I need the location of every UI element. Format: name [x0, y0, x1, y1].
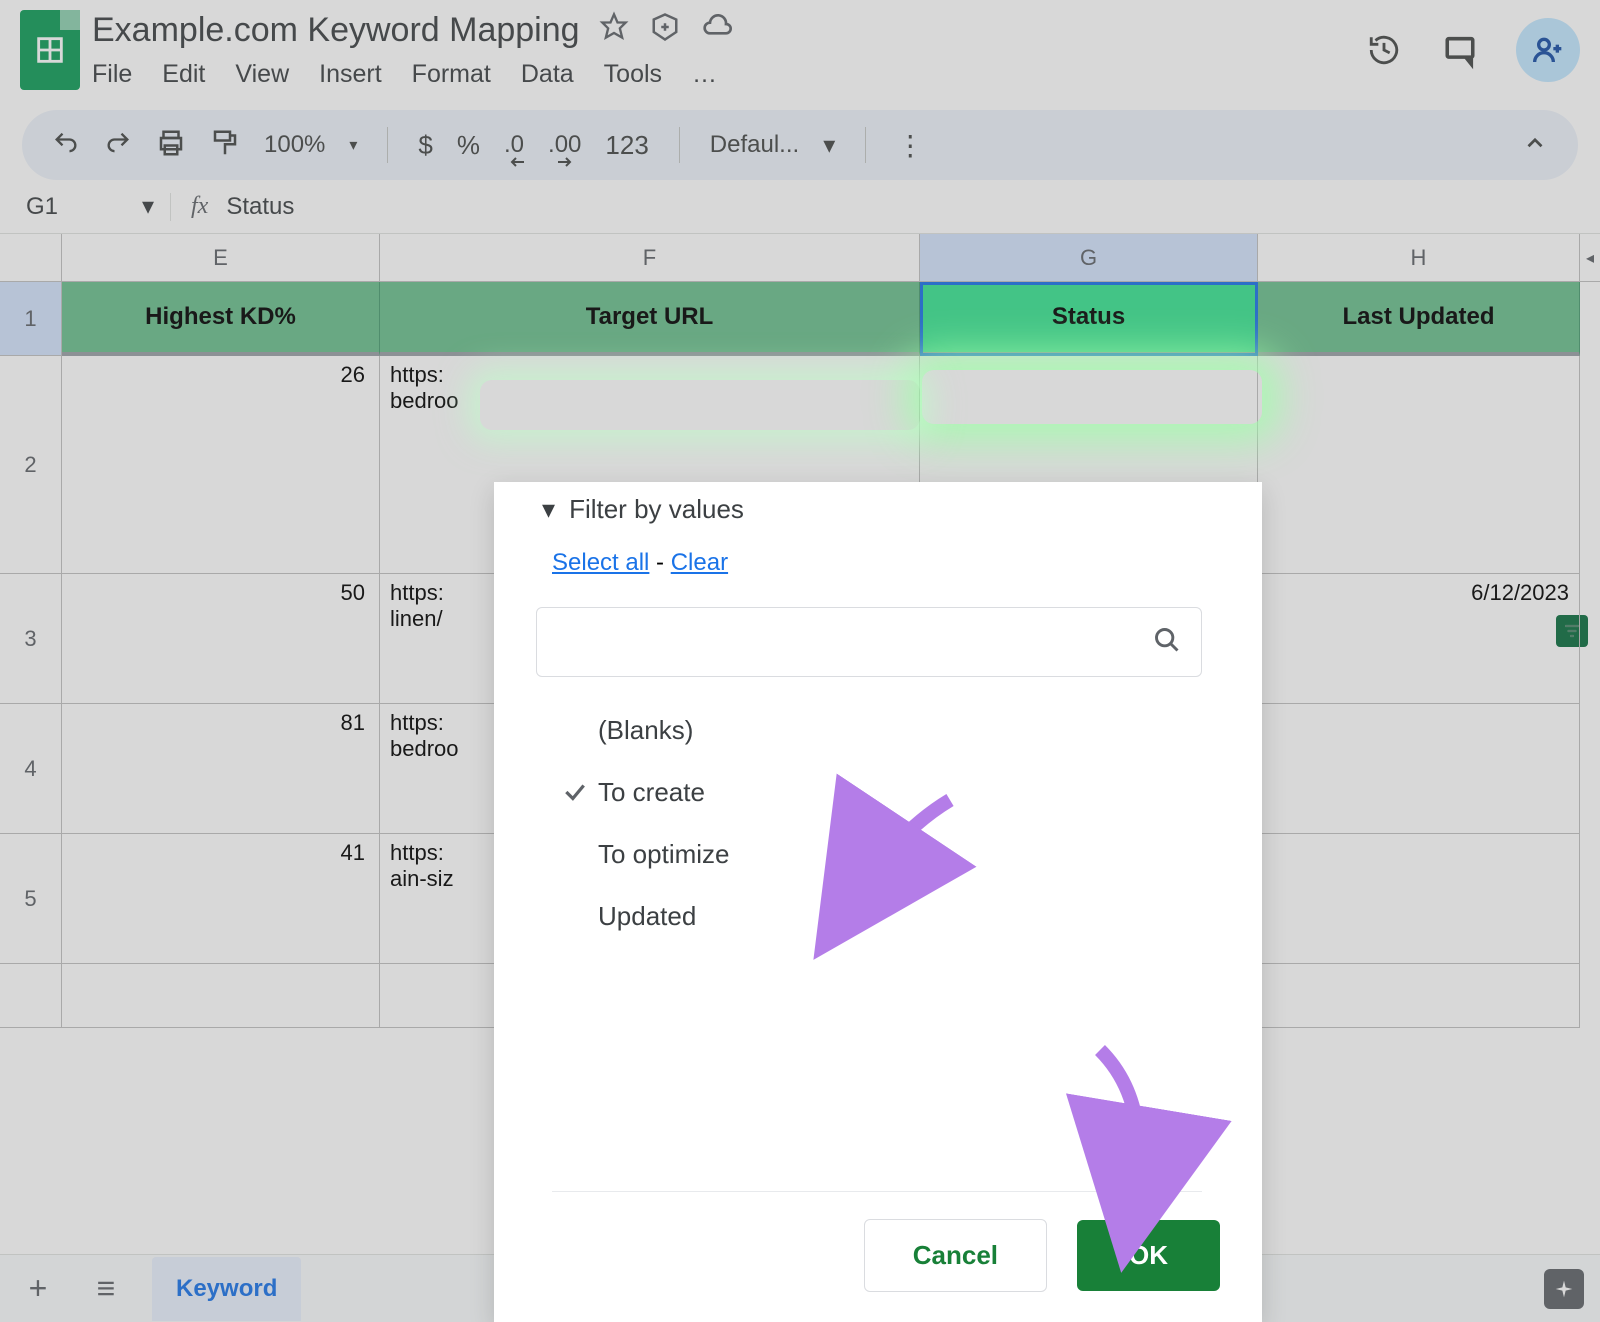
- cell-e5[interactable]: 41: [62, 834, 380, 964]
- header-label: Highest KD%: [145, 303, 296, 331]
- cell-e4[interactable]: 81: [62, 704, 380, 834]
- name-box-ref: G1: [26, 193, 58, 221]
- link[interactable]: https:: [390, 710, 444, 735]
- col-header-f[interactable]: F: [380, 234, 920, 282]
- percent-button[interactable]: %: [457, 130, 480, 161]
- link[interactable]: https:: [390, 580, 444, 605]
- move-icon[interactable]: [650, 12, 680, 49]
- row-header-4[interactable]: 4: [0, 704, 62, 834]
- row-header-2[interactable]: 2: [0, 356, 62, 574]
- decrease-decimal-button[interactable]: .0: [504, 131, 524, 159]
- cell-h3[interactable]: 6/12/2023: [1258, 574, 1580, 704]
- font-select[interactable]: Defaul...▾: [710, 131, 835, 160]
- menu-more[interactable]: …: [692, 60, 717, 89]
- search-icon: [1153, 626, 1181, 659]
- history-icon[interactable]: [1364, 30, 1404, 70]
- filter-item-to-create[interactable]: To create: [552, 761, 1262, 823]
- scroll-left-icon[interactable]: ◂: [1580, 234, 1600, 282]
- menu-insert[interactable]: Insert: [319, 60, 382, 89]
- row-header-1[interactable]: 1: [0, 282, 62, 356]
- clear-link[interactable]: Clear: [671, 549, 728, 576]
- row-header-5[interactable]: 5: [0, 834, 62, 964]
- header-label: Last Updated: [1342, 303, 1494, 331]
- col-header-g[interactable]: G: [920, 234, 1258, 282]
- redo-icon[interactable]: [104, 129, 132, 162]
- number-format-button[interactable]: 123: [605, 130, 648, 161]
- link[interactable]: bedroo: [390, 736, 459, 761]
- ok-button[interactable]: OK: [1077, 1220, 1220, 1291]
- share-button[interactable]: [1516, 18, 1580, 82]
- explore-button[interactable]: [1544, 1269, 1584, 1309]
- header-label: Target URL: [586, 303, 714, 331]
- cell-blank[interactable]: [62, 964, 380, 1028]
- collapse-icon[interactable]: ▾: [542, 494, 555, 525]
- row-header-blank[interactable]: [0, 964, 62, 1028]
- cloud-icon[interactable]: [702, 12, 734, 49]
- toolbar: 100% ▾ $ % .0 .00 123 Defaul...▾ ⋮: [22, 110, 1578, 180]
- menu-view[interactable]: View: [235, 60, 289, 89]
- cell-h4[interactable]: [1258, 704, 1580, 834]
- filter-heading: Filter by values: [569, 494, 744, 525]
- col-header-h[interactable]: H: [1258, 234, 1580, 282]
- check-icon: [552, 779, 598, 805]
- formula-bar[interactable]: Status: [226, 193, 294, 221]
- increase-decimal-button[interactable]: .00: [548, 131, 581, 159]
- all-sheets-button[interactable]: ≡: [84, 1270, 128, 1307]
- header-cell-target-url[interactable]: Target URL: [380, 282, 920, 356]
- link[interactable]: https:: [390, 362, 444, 387]
- filter-item-blanks[interactable]: (Blanks): [552, 699, 1262, 761]
- zoom-select[interactable]: 100%: [264, 131, 325, 159]
- menu-file[interactable]: File: [92, 60, 132, 89]
- more-toolbar-icon[interactable]: ⋮: [896, 129, 924, 162]
- cell-blank[interactable]: [1258, 964, 1580, 1028]
- menu-data[interactable]: Data: [521, 60, 574, 89]
- select-all-link[interactable]: Select all: [552, 549, 649, 576]
- link[interactable]: bedroo: [390, 388, 459, 413]
- cell-e3[interactable]: 50: [62, 574, 380, 704]
- name-box-dropdown-icon[interactable]: ▾: [142, 192, 154, 221]
- add-sheet-button[interactable]: +: [16, 1270, 60, 1307]
- cell-e2[interactable]: 26: [62, 356, 380, 574]
- filter-search-input[interactable]: [557, 629, 1153, 655]
- menu-format[interactable]: Format: [412, 60, 491, 89]
- collapse-toolbar-icon[interactable]: [1522, 130, 1548, 161]
- link[interactable]: linen/: [390, 606, 443, 631]
- cancel-button[interactable]: Cancel: [864, 1219, 1047, 1292]
- filter-item-to-optimize[interactable]: To optimize: [552, 823, 1262, 885]
- link[interactable]: ain-siz: [390, 866, 454, 891]
- comment-icon[interactable]: [1440, 30, 1480, 70]
- filter-item-updated[interactable]: Updated: [552, 885, 1262, 947]
- paint-format-icon[interactable]: [210, 128, 240, 163]
- undo-icon[interactable]: [52, 129, 80, 162]
- cell-h2[interactable]: [1258, 356, 1580, 574]
- col-header-e[interactable]: E: [62, 234, 380, 282]
- select-all-cell[interactable]: [0, 234, 62, 282]
- sheet-tab[interactable]: Keyword: [152, 1257, 301, 1321]
- name-box[interactable]: G1 ▾: [10, 192, 170, 221]
- dropdown-icon[interactable]: ▾: [349, 135, 357, 155]
- sheets-logo-icon[interactable]: [20, 10, 80, 90]
- star-icon[interactable]: [600, 12, 628, 49]
- fx-icon: fx: [191, 193, 208, 220]
- cell-h5[interactable]: [1258, 834, 1580, 964]
- row-header-3[interactable]: 3: [0, 574, 62, 704]
- header-cell-highest-kd[interactable]: Highest KD%: [62, 282, 380, 356]
- document-title[interactable]: Example.com Keyword Mapping: [92, 11, 580, 50]
- header-label: Status: [1052, 303, 1125, 331]
- currency-button[interactable]: $: [418, 130, 432, 161]
- link[interactable]: https:: [390, 840, 444, 865]
- header-cell-status[interactable]: Status: [920, 282, 1258, 356]
- print-icon[interactable]: [156, 128, 186, 163]
- filter-search-box[interactable]: [536, 607, 1202, 677]
- filter-popup: ▾ Filter by values Select all - Clear (B…: [494, 482, 1262, 1322]
- header-cell-last-updated[interactable]: Last Updated: [1258, 282, 1580, 356]
- menu-tools[interactable]: Tools: [604, 60, 662, 89]
- menu-edit[interactable]: Edit: [162, 60, 205, 89]
